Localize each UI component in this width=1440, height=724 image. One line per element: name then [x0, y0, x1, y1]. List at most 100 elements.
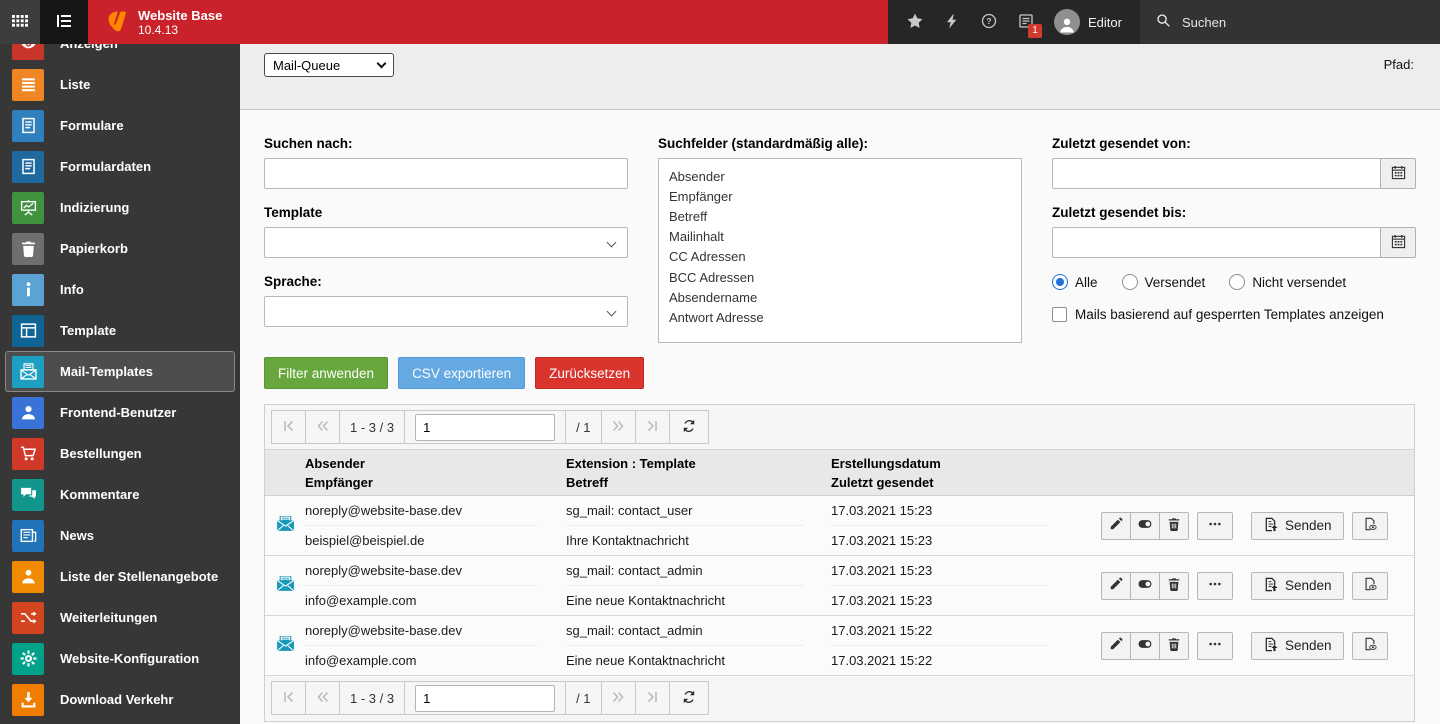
language-label: Sprache:	[264, 274, 322, 289]
searchfields-multiselect[interactable]: Absender Empfänger Betreff Mailinhalt CC Adr…	[658, 158, 1022, 343]
sidebar-item-label: Liste	[60, 77, 91, 92]
sent-to-label: Zuletzt gesendet bis:	[1052, 205, 1187, 220]
notifications-button[interactable]: 1	[1007, 0, 1044, 44]
searchfield-option-cc-adressen[interactable]: CC Adressen	[659, 247, 1021, 267]
user-menu-button[interactable]: Editor	[1044, 0, 1132, 44]
refresh-button[interactable]	[670, 682, 708, 714]
eye-icon	[12, 44, 44, 60]
locked-templates-checkbox[interactable]	[1052, 307, 1067, 322]
sidebar-item-indizierung[interactable]: Indizierung	[5, 187, 235, 228]
trash-icon	[1167, 637, 1181, 654]
sidebar-item-label: Mail-Templates	[60, 364, 153, 379]
page-number-input[interactable]	[415, 684, 556, 712]
page-next-icon	[611, 690, 625, 707]
sidebar-item-bestellungen[interactable]: Bestellungen	[5, 433, 235, 474]
send-mail-icon	[1263, 517, 1278, 535]
page-last-button[interactable]	[636, 411, 670, 443]
searchfield-option-mailinhalt[interactable]: Mailinhalt	[659, 227, 1021, 247]
help-icon: ?	[981, 13, 997, 32]
send-button[interactable]: Senden	[1251, 571, 1344, 600]
searchfield-option-empf-nger[interactable]: Empfänger	[659, 186, 1021, 206]
page-next-button[interactable]	[602, 682, 636, 714]
searchfield-option-antwort-adresse[interactable]: Antwort Adresse	[659, 307, 1021, 327]
pagination: 1 - 3 / 3 / 1	[271, 410, 709, 444]
preview-button[interactable]	[1351, 511, 1388, 540]
sidebar-item-website-konfiguration[interactable]: Website-Konfiguration	[5, 638, 235, 679]
delete-button[interactable]	[1159, 631, 1189, 660]
sidebar-item-download-verkehr[interactable]: Download Verkehr	[5, 679, 235, 720]
sidebar-item-mail-templates[interactable]: Mail-Templates	[5, 351, 235, 392]
preview-icon	[1363, 517, 1377, 534]
subject-cell: Ihre Kontaktnachricht	[566, 532, 689, 548]
page-tree-toggle-button[interactable]	[40, 0, 88, 44]
sent-to-input[interactable]	[1052, 227, 1380, 258]
search-input[interactable]	[264, 158, 628, 189]
edit-button[interactable]	[1101, 571, 1131, 600]
hide-button[interactable]	[1130, 511, 1160, 540]
searchfield-option-betreff[interactable]: Betreff	[659, 206, 1021, 226]
sent-from-calendar-button[interactable]	[1380, 158, 1416, 189]
clear-cache-button[interactable]	[933, 0, 970, 44]
page-previous-icon	[316, 690, 330, 707]
radio-versendet-label: Versendet	[1144, 274, 1206, 290]
preview-button[interactable]	[1351, 571, 1388, 600]
help-button[interactable]: ?	[970, 0, 1007, 44]
global-search[interactable]: Suchen	[1140, 0, 1440, 44]
page-previous-icon	[316, 419, 330, 436]
tree-list-icon	[56, 14, 72, 31]
table-row: noreply@website-base.dev info@example.com…	[265, 616, 1414, 676]
page-last-button[interactable]	[636, 682, 670, 714]
edit-button[interactable]	[1101, 631, 1131, 660]
brand-area[interactable]: Website Base 10.4.13	[88, 0, 888, 44]
delete-button[interactable]	[1159, 571, 1189, 600]
more-options-button[interactable]	[1197, 571, 1233, 600]
apply-filter-button[interactable]: Filter anwenden	[264, 357, 389, 389]
sent-from-input[interactable]	[1052, 158, 1380, 189]
searchfield-option-bcc-adressen[interactable]: BCC Adressen	[659, 267, 1021, 287]
sidebar-item-news[interactable]: News	[5, 515, 235, 556]
sidebar-item-liste-der-stellenangebote[interactable]: Liste der Stellenangebote	[5, 556, 235, 597]
sidebar-item-kommentare[interactable]: Kommentare	[5, 474, 235, 515]
preview-button[interactable]	[1351, 631, 1388, 660]
send-button[interactable]: Senden	[1251, 511, 1344, 540]
list-icon	[12, 68, 44, 101]
language-select[interactable]	[264, 296, 628, 327]
searchfield-option-absender[interactable]: Absender	[659, 166, 1021, 186]
page-number-input[interactable]	[415, 413, 556, 441]
page-previous-button[interactable]	[306, 682, 340, 714]
brand-version: 10.4.13	[138, 22, 179, 37]
radio-alle[interactable]: Alle	[1052, 274, 1098, 290]
module-menu-button[interactable]	[0, 0, 40, 44]
send-button[interactable]: Senden	[1251, 631, 1344, 660]
module-function-select[interactable]: Mail-Queue	[264, 53, 394, 77]
template-select[interactable]	[264, 227, 628, 258]
sidebar-item-formulare[interactable]: Formulare	[5, 105, 235, 146]
edit-button[interactable]	[1101, 511, 1131, 540]
sidebar-item-template[interactable]: Template	[5, 310, 235, 351]
sidebar-item-liste[interactable]: Liste	[5, 64, 235, 105]
sidebar-item-frontend-benutzer[interactable]: Frontend-Benutzer	[5, 392, 235, 433]
csv-export-button[interactable]: CSV exportieren	[398, 357, 526, 389]
sidebar-item-papierkorb[interactable]: Papierkorb	[5, 228, 235, 269]
more-options-button[interactable]	[1197, 631, 1233, 660]
bookmarks-button[interactable]	[896, 0, 933, 44]
sidebar-item-formulardaten[interactable]: Formulardaten	[5, 146, 235, 187]
sidebar-item-anzeigen[interactable]: Anzeigen	[5, 44, 235, 64]
radio-versendet[interactable]: Versendet	[1121, 274, 1206, 290]
sent-to-calendar-button[interactable]	[1380, 227, 1416, 258]
hide-button[interactable]	[1130, 631, 1160, 660]
page-previous-button[interactable]	[306, 411, 340, 443]
more-options-button[interactable]	[1197, 511, 1233, 540]
reset-button[interactable]: Zurücksetzen	[535, 357, 645, 389]
searchfield-option-absendername[interactable]: Absendername	[659, 287, 1021, 307]
page-next-button[interactable]	[602, 411, 636, 443]
delete-button[interactable]	[1159, 511, 1189, 540]
radio-nicht-versendet[interactable]: Nicht versendet	[1229, 274, 1346, 290]
page-first-button[interactable]	[272, 411, 306, 443]
ellipsis-icon	[1208, 517, 1222, 534]
page-first-button[interactable]	[272, 682, 306, 714]
refresh-button[interactable]	[670, 411, 708, 443]
sidebar-item-info[interactable]: Info	[5, 269, 235, 310]
sidebar-item-weiterleitungen[interactable]: Weiterleitungen	[5, 597, 235, 638]
hide-button[interactable]	[1130, 571, 1160, 600]
